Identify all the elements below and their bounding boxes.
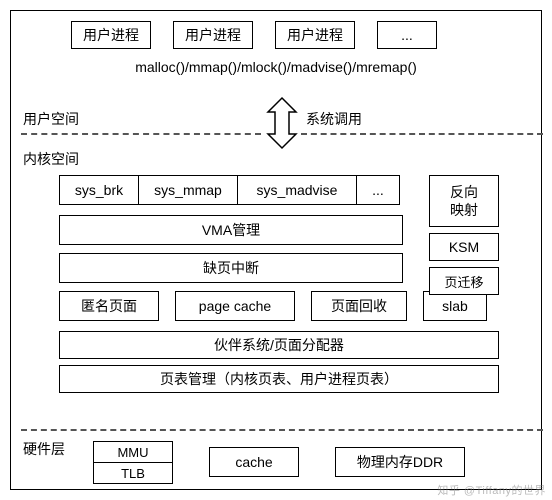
divider-user-kernel bbox=[301, 133, 543, 135]
buddy-allocator-box: 伙伴系统/页面分配器 bbox=[59, 331, 499, 359]
sys-brk-box: sys_brk bbox=[59, 175, 139, 205]
memory-row: 匿名页面 page cache 页面回收 slab bbox=[59, 291, 499, 321]
divider-kernel-hw bbox=[21, 429, 543, 431]
syscall-label: 系统调用 bbox=[306, 109, 362, 129]
page-cache-box: page cache bbox=[175, 291, 295, 321]
sys-mmap-box: sys_mmap bbox=[138, 175, 238, 205]
watermark: 知乎 @Tiffany的世界 bbox=[437, 482, 546, 498]
user-process-box: 用户进程 bbox=[275, 21, 355, 49]
cache-box: cache bbox=[209, 447, 299, 477]
ksm-box: KSM bbox=[429, 233, 499, 261]
syscall-ellipsis: ... bbox=[356, 175, 400, 205]
hardware-row: MMU TLB cache 物理内存DDR bbox=[93, 441, 465, 484]
kernel-area: sys_brk sys_mmap sys_madvise ... 反向 映射 K… bbox=[59, 175, 511, 393]
user-process-ellipsis: ... bbox=[377, 21, 437, 49]
sys-madvise-box: sys_madvise bbox=[237, 175, 357, 205]
rmap-line1: 反向 bbox=[450, 183, 478, 201]
vma-box: VMA管理 bbox=[59, 215, 403, 245]
page-fault-box: 缺页中断 bbox=[59, 253, 403, 283]
user-process-box: 用户进程 bbox=[71, 21, 151, 49]
page-table-box: 页表管理（内核页表、用户进程页表） bbox=[59, 365, 499, 393]
double-arrow-icon bbox=[263, 96, 301, 150]
mmu-box: MMU bbox=[93, 441, 173, 463]
mmu-tlb-stack: MMU TLB bbox=[93, 441, 173, 484]
user-process-row: 用户进程 用户进程 用户进程 ... bbox=[71, 21, 437, 49]
divider-user-kernel bbox=[21, 133, 261, 135]
page-migrate-box: 页迁移 bbox=[429, 267, 499, 295]
page-reclaim-box: 页面回收 bbox=[311, 291, 407, 321]
kernel-space-label: 内核空间 bbox=[23, 149, 79, 169]
anon-page-box: 匿名页面 bbox=[59, 291, 159, 321]
user-process-box: 用户进程 bbox=[173, 21, 253, 49]
rmap-line2: 映射 bbox=[450, 201, 478, 219]
slab-box: slab bbox=[423, 291, 487, 321]
malloc-api-label: malloc()/mmap()/mlock()/madvise()/mremap… bbox=[11, 59, 541, 75]
rmap-box: 反向 映射 bbox=[429, 175, 499, 227]
kernel-side-column: 反向 映射 KSM 页迁移 bbox=[429, 175, 499, 295]
tlb-box: TLB bbox=[93, 462, 173, 484]
ddr-box: 物理内存DDR bbox=[335, 447, 465, 477]
diagram-frame: 用户进程 用户进程 用户进程 ... malloc()/mmap()/mlock… bbox=[10, 10, 542, 490]
user-space-label: 用户空间 bbox=[23, 109, 79, 129]
hardware-label: 硬件层 bbox=[23, 439, 65, 459]
